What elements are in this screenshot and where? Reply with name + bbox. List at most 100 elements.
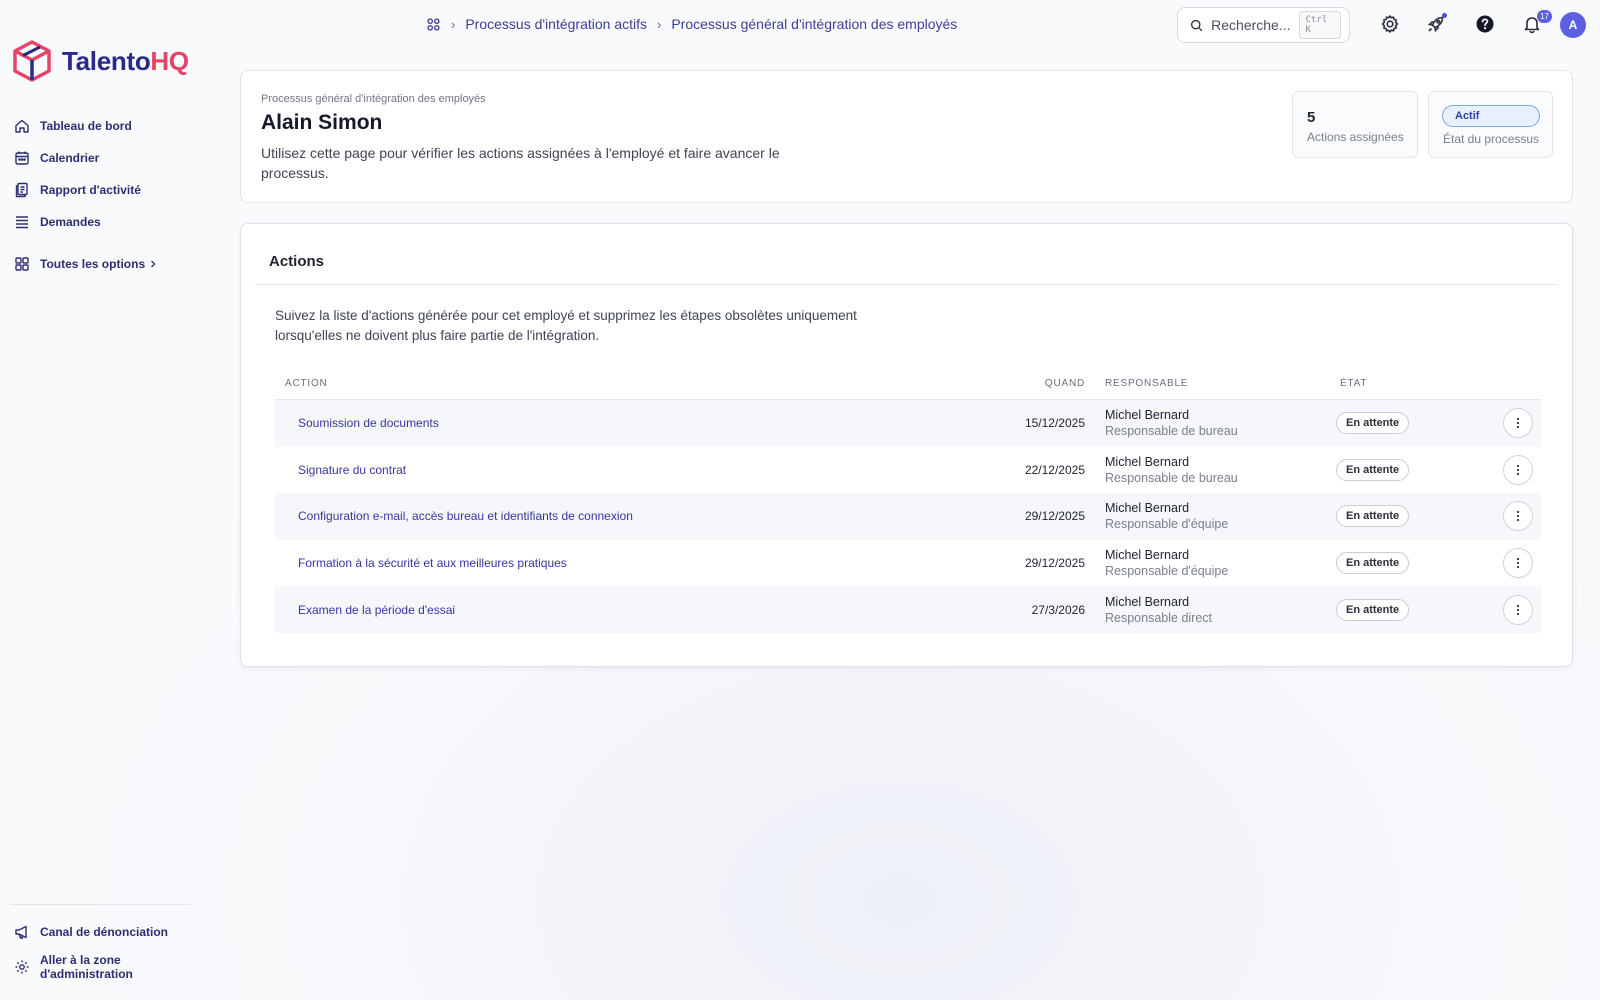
responsible-name: Michel Bernard [1105, 454, 1190, 469]
breadcrumb: › Processus d'intégration actifs › Proce… [426, 14, 957, 34]
responsible-role: Responsable direct [1105, 610, 1213, 625]
breadcrumb-item-active-processes[interactable]: Processus d'intégration actifs [465, 16, 647, 32]
action-date: 29/12/2025 [1024, 509, 1085, 524]
process-state-label: État du processus [1443, 132, 1540, 146]
brand-name: TalentoHQ [62, 45, 189, 76]
responsible-name: Michel Bernard [1105, 501, 1190, 516]
sidebar-nav: Tableau de bord Calendrier Rapport d'act… [14, 110, 194, 280]
list-icon [16, 216, 28, 229]
status-badge: En attente [1336, 598, 1410, 621]
table-row: Soumission de documents 15/12/2025 Miche… [275, 400, 1541, 447]
column-header-action: ACTION [285, 378, 328, 389]
responsible-role: Responsable de bureau [1105, 424, 1238, 439]
row-menu-button[interactable] [1503, 594, 1533, 625]
status-badge: En attente [1336, 412, 1410, 435]
indicator-dot [1442, 13, 1447, 18]
more-vertical-icon [1516, 604, 1520, 615]
search-box[interactable]: Recherche... Ctrl K [1177, 7, 1350, 43]
grid-icon [15, 257, 29, 271]
row-menu-button[interactable] [1503, 408, 1533, 439]
sidebar-bottom: Canal de dénonciation Aller à la zone d'a… [10, 904, 190, 985]
action-date: 15/12/2025 [1024, 416, 1085, 431]
actions-table: ACTION QUAND RESPONSABLE ÉTAT Soumission… [275, 368, 1541, 633]
action-date: 29/12/2025 [1024, 556, 1085, 571]
row-menu-button[interactable] [1503, 548, 1533, 579]
sidebar-item-whistleblower-channel[interactable]: Canal de dénonciation [10, 915, 190, 949]
process-subtitle: Processus général d'intégration des empl… [261, 93, 486, 105]
search-input[interactable]: Recherche... [1211, 17, 1290, 33]
gear-icon [15, 960, 29, 974]
action-link[interactable]: Configuration e-mail, accès bureau et id… [298, 509, 633, 523]
more-vertical-icon [1516, 511, 1520, 522]
sidebar-item-label: Aller à la zone d'administration [40, 953, 133, 981]
sidebar-item-activity-report[interactable]: Rapport d'activité [14, 174, 194, 206]
responsible-name: Michel Bernard [1105, 548, 1190, 563]
sidebar: TalentoHQ Tableau de bord Calendrier Rap… [0, 0, 200, 1000]
megaphone-icon [15, 925, 27, 939]
search-shortcut: Ctrl K [1298, 11, 1341, 39]
actions-card: Actions Suivez la liste d'actions généré… [240, 223, 1573, 667]
launch-button[interactable] [1424, 12, 1448, 36]
column-header-when: QUAND [1044, 378, 1085, 389]
notifications-button[interactable]: 17 [1520, 10, 1552, 36]
sidebar-item-label: Demandes [40, 215, 101, 229]
chevron-right-icon: › [657, 16, 662, 32]
status-badge: En attente [1336, 458, 1410, 481]
action-link[interactable]: Signature du contrat [298, 463, 406, 477]
status-badge: En attente [1336, 552, 1410, 575]
action-link[interactable]: Examen de la période d'essai [298, 603, 455, 617]
sidebar-item-all-options[interactable]: Toutes les options [14, 248, 194, 280]
chevron-right-icon: › [451, 16, 456, 32]
responsible-role: Responsable de bureau [1105, 470, 1238, 485]
more-vertical-icon [1516, 557, 1520, 569]
row-menu-button[interactable] [1503, 501, 1533, 532]
responsible-name: Michel Bernard [1105, 594, 1190, 609]
responsible-role: Responsable d'équipe [1105, 564, 1229, 579]
notification-count-badge: 17 [1537, 10, 1552, 23]
breadcrumb-item-current-process[interactable]: Processus général d'intégration des empl… [671, 16, 957, 32]
settings-button[interactable] [1378, 12, 1402, 36]
home-icon [15, 119, 29, 133]
sidebar-item-requests[interactable]: Demandes [14, 206, 194, 238]
sidebar-item-dashboard[interactable]: Tableau de bord [14, 110, 194, 142]
logo[interactable]: TalentoHQ [12, 40, 189, 82]
chevron-right-icon [151, 260, 156, 268]
sidebar-item-admin-zone[interactable]: Aller à la zone d'administration [10, 949, 190, 985]
action-link[interactable]: Soumission de documents [298, 416, 439, 430]
assigned-actions-stat: 5 Actions assignées [1292, 91, 1418, 158]
table-row: Formation à la sécurité et aux meilleure… [275, 540, 1541, 587]
assigned-actions-count: 5 [1307, 109, 1316, 126]
logo-cube-icon [13, 40, 51, 82]
table-row: Configuration e-mail, accès bureau et id… [275, 493, 1541, 540]
report-icon [15, 182, 28, 198]
divider [255, 284, 1558, 285]
status-badge: Actif [1442, 105, 1540, 127]
responsible-role: Responsable d'équipe [1105, 517, 1229, 532]
apps-grid-icon[interactable] [426, 17, 441, 32]
sidebar-item-label: Toutes les options [40, 257, 146, 271]
column-header-state: ÉTAT [1340, 378, 1368, 389]
help-icon [1476, 15, 1494, 33]
action-link[interactable]: Formation à la sécurité et aux meilleure… [298, 556, 567, 570]
gear-icon [1381, 15, 1399, 33]
help-button[interactable] [1473, 12, 1497, 36]
assigned-actions-label: Actions assignées [1307, 130, 1404, 144]
column-header-responsible: RESPONSABLE [1105, 378, 1189, 389]
page-title: Alain Simon [261, 111, 383, 134]
avatar[interactable]: A [1560, 12, 1586, 38]
actions-title: Actions [269, 253, 325, 270]
sidebar-item-label: Tableau de bord [40, 119, 132, 133]
sidebar-item-calendar[interactable]: Calendrier [14, 142, 194, 174]
row-menu-button[interactable] [1503, 454, 1533, 485]
table-row: Examen de la période d'essai 27/3/2026 M… [275, 586, 1541, 633]
action-date: 27/3/2026 [1031, 602, 1085, 617]
responsible-name: Michel Bernard [1105, 408, 1190, 423]
action-date: 22/12/2025 [1024, 462, 1085, 477]
page-description: Utilisez cette page pour vérifier les ac… [261, 145, 780, 181]
table-body: Soumission de documents 15/12/2025 Miche… [275, 400, 1541, 633]
table-header: ACTION QUAND RESPONSABLE ÉTAT [275, 368, 1541, 400]
more-vertical-icon [1516, 418, 1520, 429]
search-icon [1190, 19, 1203, 31]
sidebar-item-label: Calendrier [40, 151, 100, 165]
more-vertical-icon [1516, 464, 1520, 475]
